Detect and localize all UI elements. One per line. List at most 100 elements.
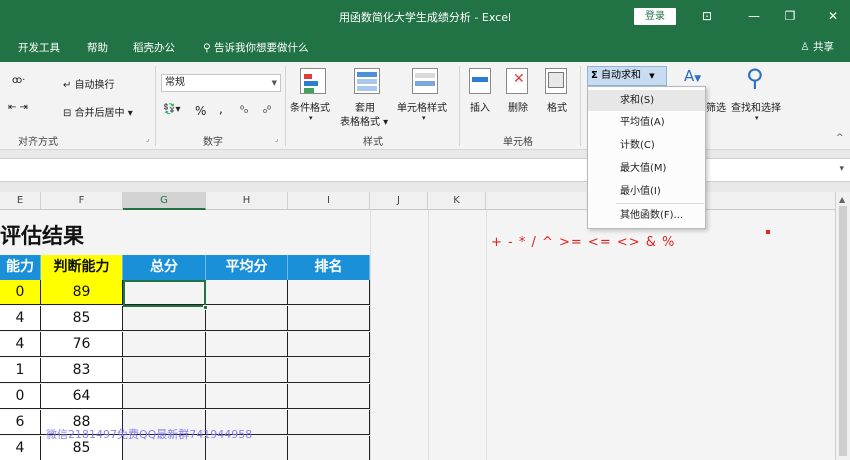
cell-i[interactable] — [288, 358, 370, 383]
gridline — [486, 210, 487, 460]
menu-item-sum[interactable]: 求和(S) — [588, 90, 705, 111]
wrap-text-button[interactable]: ↵ 自动换行 — [63, 76, 115, 91]
decrease-indent-icon[interactable]: ⇤ ⇥ — [8, 102, 28, 113]
menu-item-max[interactable]: 最大值(M) — [588, 158, 705, 179]
cell-e[interactable]: 1 — [0, 358, 41, 383]
cell-i[interactable] — [288, 280, 370, 305]
login-button[interactable]: 登录 — [634, 8, 676, 25]
format-button[interactable]: 格式 — [547, 99, 567, 114]
sort-filter-button[interactable]: 筛选 — [706, 99, 726, 114]
merge-center-button[interactable]: ⊟ 合并后居中 ▾ — [63, 104, 133, 119]
find-select-icon: ⚲ — [746, 64, 764, 92]
sort-filter-icon[interactable]: A▼ — [684, 67, 701, 85]
column-header-g[interactable]: G — [123, 192, 206, 210]
formula-bar[interactable]: ▾ — [0, 158, 850, 182]
header-total[interactable]: 总分 — [123, 255, 206, 280]
share-button[interactable]: ♙ 共享 — [800, 39, 834, 54]
scroll-up-icon[interactable]: ▲ — [839, 195, 845, 204]
worksheet-grid[interactable]: 评估结果 能力 判断能力 总分 平均分 排名 0 89 4 85 4 76 1 … — [0, 210, 835, 460]
expand-formula-icon[interactable]: ▾ — [839, 164, 844, 174]
cell-e[interactable]: 4 — [0, 306, 41, 331]
close-icon[interactable]: ✕ — [822, 6, 844, 26]
menu-item-min[interactable]: 最小值(I) — [588, 181, 705, 202]
operators-annotation: + - * / ^ >= <= <> & % — [491, 235, 676, 250]
delete-cells-icon: ✕ — [506, 68, 528, 94]
menu-item-count[interactable]: 计数(C) — [588, 135, 705, 156]
table-format-label-1[interactable]: 套用 — [355, 99, 375, 114]
increase-decimal-icon[interactable]: ⁰₀ — [240, 105, 248, 116]
number-format-select[interactable]: 常规 ▼ — [161, 74, 281, 92]
orientation-icon[interactable]: ꝏ· — [12, 75, 25, 86]
delete-button[interactable]: 删除 — [508, 99, 528, 114]
cell-e[interactable]: 6 — [0, 410, 41, 435]
conditional-format-icon — [300, 68, 326, 94]
cell-i[interactable] — [288, 306, 370, 331]
percent-button[interactable]: % — [195, 104, 206, 118]
decrease-decimal-icon[interactable]: ₀⁰ — [263, 105, 271, 116]
fill-handle[interactable] — [203, 305, 208, 310]
chevron-down-icon: ▼ — [649, 72, 655, 80]
header-judgment[interactable]: 判断能力 — [41, 255, 123, 280]
cell-f[interactable]: 76 — [41, 332, 123, 357]
header-average[interactable]: 平均分 — [206, 255, 288, 280]
column-header-e[interactable]: E — [0, 192, 41, 210]
cell-e[interactable]: 4 — [0, 332, 41, 357]
cell-f[interactable]: 85 — [41, 306, 123, 331]
restore-icon[interactable]: ❐ — [779, 6, 801, 26]
cell-h[interactable] — [206, 358, 288, 383]
tell-me-search[interactable]: ⚲ 告诉我你想要做什么 — [203, 40, 309, 55]
cell-h[interactable] — [206, 280, 288, 305]
cell-i[interactable] — [288, 436, 370, 460]
header-rank[interactable]: 排名 — [288, 255, 370, 280]
cell-e[interactable]: 4 — [0, 436, 41, 460]
insert-button[interactable]: 插入 — [470, 99, 490, 114]
cell-f[interactable]: 83 — [41, 358, 123, 383]
number-launcher-icon[interactable]: ⌟ — [275, 135, 278, 143]
cell-h[interactable] — [206, 306, 288, 331]
column-header-k[interactable]: K — [428, 192, 486, 210]
find-select-button[interactable]: 查找和选择 — [731, 99, 781, 114]
cell-e[interactable]: 0 — [0, 280, 41, 305]
column-header-i[interactable]: I — [288, 192, 370, 210]
menu-item-more-functions[interactable]: 其他函数(F)... — [588, 205, 705, 226]
cell-g[interactable] — [123, 332, 206, 357]
cell-g[interactable] — [123, 384, 206, 409]
cell-i[interactable] — [288, 410, 370, 435]
cell-styles-button[interactable]: 单元格样式 — [397, 99, 447, 114]
cell-g[interactable] — [123, 306, 206, 331]
conditional-format-button[interactable]: 条件格式 — [290, 99, 330, 114]
wrap-text-label: 自动换行 — [74, 80, 115, 91]
tab-docer[interactable]: 稻壳办公 — [133, 40, 175, 55]
cell-h[interactable] — [206, 384, 288, 409]
currency-icon[interactable]: 💱▾ — [163, 104, 180, 115]
cell-g[interactable] — [123, 358, 206, 383]
cell-i[interactable] — [288, 332, 370, 357]
cell-e[interactable]: 0 — [0, 384, 41, 409]
tell-me-text: 告诉我你想要做什么 — [214, 42, 309, 54]
tab-help[interactable]: 帮助 — [87, 40, 108, 55]
vertical-scrollbar[interactable]: ▲ — [835, 192, 850, 460]
menu-item-average[interactable]: 平均值(A) — [588, 112, 705, 133]
autosum-button[interactable]: Σ 自动求和 ▼ — [587, 66, 667, 86]
insert-cells-icon — [469, 68, 491, 94]
cell-f[interactable]: 64 — [41, 384, 123, 409]
divider — [459, 66, 460, 146]
tab-developer[interactable]: 开发工具 — [18, 40, 60, 55]
cell-h[interactable] — [206, 332, 288, 357]
scrollbar-thumb[interactable] — [839, 206, 847, 456]
column-header-h[interactable]: H — [206, 192, 288, 210]
column-header-f[interactable]: F — [41, 192, 123, 210]
table-format-label-2: 表格格式 — [340, 117, 380, 128]
gridline — [370, 210, 371, 460]
header-ability[interactable]: 能力 — [0, 255, 41, 280]
active-cell-border — [123, 280, 206, 307]
column-header-j[interactable]: J — [370, 192, 428, 210]
comma-button[interactable]: , — [219, 102, 223, 116]
cell-f[interactable]: 89 — [41, 280, 123, 305]
alignment-launcher-icon[interactable]: ⌟ — [146, 135, 149, 143]
minimize-icon[interactable]: — — [743, 6, 765, 26]
table-format-button[interactable]: 表格格式 ▾ — [340, 113, 388, 128]
cell-i[interactable] — [288, 384, 370, 409]
collapse-ribbon-icon[interactable]: ^ — [836, 133, 844, 143]
ribbon-display-icon[interactable]: ⊡ — [696, 6, 718, 26]
